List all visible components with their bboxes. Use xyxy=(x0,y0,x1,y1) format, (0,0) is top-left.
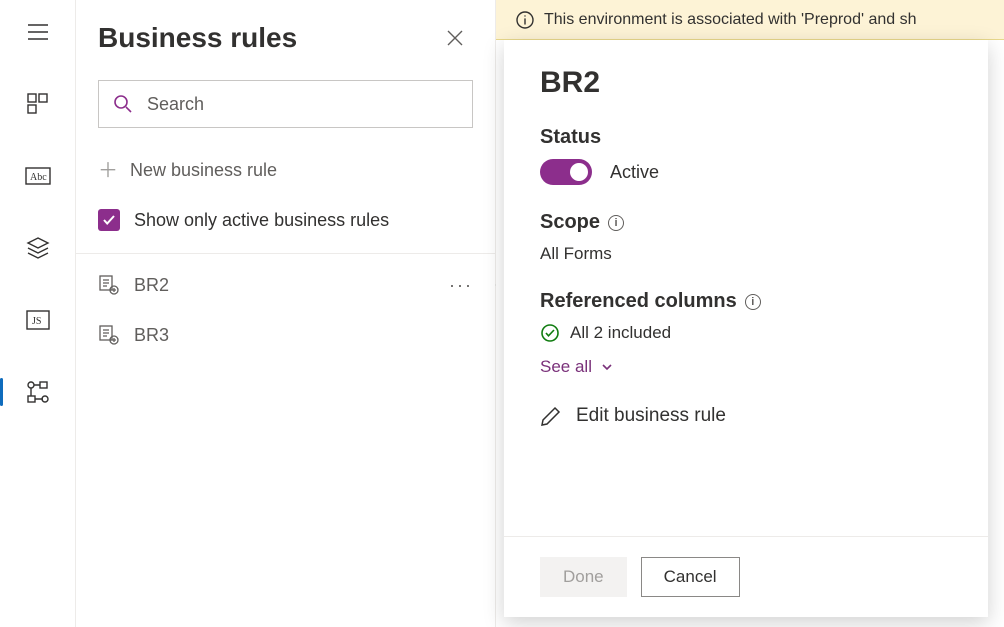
nav-item-2[interactable]: Abc xyxy=(18,156,58,196)
success-check-icon xyxy=(540,323,560,343)
nav-item-business-rules[interactable] xyxy=(18,372,58,412)
done-button: Done xyxy=(540,557,627,597)
scope-info-icon[interactable]: i xyxy=(608,215,624,231)
status-value: Active xyxy=(610,162,659,183)
layers-icon xyxy=(26,236,50,260)
warning-banner: This environment is associated with 'Pre… xyxy=(496,0,1004,40)
referenced-columns-value: All 2 included xyxy=(570,323,671,343)
filter-active-checkbox[interactable] xyxy=(98,209,120,231)
scope-label: Scope xyxy=(540,211,600,234)
cancel-button[interactable]: Cancel xyxy=(641,557,740,597)
edit-label: Edit business rule xyxy=(576,405,726,427)
rule-item-br3[interactable]: BR3 xyxy=(76,310,495,360)
banner-text: This environment is associated with 'Pre… xyxy=(544,11,917,29)
rule-item-br2[interactable]: BR2 ··· xyxy=(76,260,495,310)
app-root: Abc JS Business rules ＋ New business rul… xyxy=(0,0,1004,627)
new-business-rule-button[interactable]: ＋ New business rule xyxy=(76,150,495,191)
rule-details-callout: BR2 Status Active Scope i All Forms Refe… xyxy=(504,40,988,617)
apps-icon xyxy=(27,93,49,115)
filter-active-label: Show only active business rules xyxy=(134,210,389,231)
check-icon xyxy=(102,213,116,227)
new-business-rule-label: New business rule xyxy=(130,160,277,181)
panel-title: Business rules xyxy=(98,22,297,54)
ref-cols-info-icon[interactable]: i xyxy=(745,294,761,310)
nav-rail: Abc JS xyxy=(0,0,76,627)
scope-section: Scope i All Forms xyxy=(540,211,952,264)
close-panel-button[interactable] xyxy=(437,20,473,56)
text-field-icon: Abc xyxy=(25,167,51,185)
filter-active-row[interactable]: Show only active business rules xyxy=(76,191,495,254)
panel-header: Business rules xyxy=(76,20,495,56)
referenced-columns-label: Referenced columns xyxy=(540,290,737,313)
rule-icon xyxy=(98,324,120,346)
svg-text:Abc: Abc xyxy=(30,172,47,183)
see-all-label: See all xyxy=(540,357,592,377)
svg-text:JS: JS xyxy=(32,316,41,327)
nav-item-4[interactable]: JS xyxy=(18,300,58,340)
info-icon xyxy=(516,11,534,29)
nav-item-3[interactable] xyxy=(18,228,58,268)
hamburger-button[interactable] xyxy=(18,12,58,52)
rule-more-button[interactable]: ··· xyxy=(449,275,473,296)
nav-item-1[interactable] xyxy=(18,84,58,124)
status-section: Status Active xyxy=(540,126,952,185)
business-rules-panel: Business rules ＋ New business rule Show … xyxy=(76,0,496,627)
search-input[interactable] xyxy=(145,93,458,116)
js-icon: JS xyxy=(26,310,50,330)
rule-icon xyxy=(98,274,120,296)
rule-name: BR2 xyxy=(134,275,169,296)
status-toggle[interactable] xyxy=(540,159,592,185)
chevron-down-icon xyxy=(600,360,614,374)
flow-icon xyxy=(26,380,50,404)
see-all-link[interactable]: See all xyxy=(540,357,952,377)
rule-name: BR3 xyxy=(134,325,169,346)
callout-footer: Done Cancel xyxy=(504,536,988,617)
callout-title: BR2 xyxy=(540,66,952,100)
hamburger-icon xyxy=(28,24,48,40)
status-label: Status xyxy=(540,126,952,149)
scope-value: All Forms xyxy=(540,244,952,264)
pencil-icon xyxy=(540,405,562,427)
plus-icon: ＋ xyxy=(98,161,116,181)
referenced-columns-section: Referenced columns i All 2 included See … xyxy=(540,290,952,377)
search-box[interactable] xyxy=(98,80,473,128)
rule-list: BR2 ··· BR3 xyxy=(76,254,495,360)
search-icon xyxy=(113,94,133,114)
edit-business-rule-link[interactable]: Edit business rule xyxy=(540,405,952,427)
close-icon xyxy=(446,29,464,47)
